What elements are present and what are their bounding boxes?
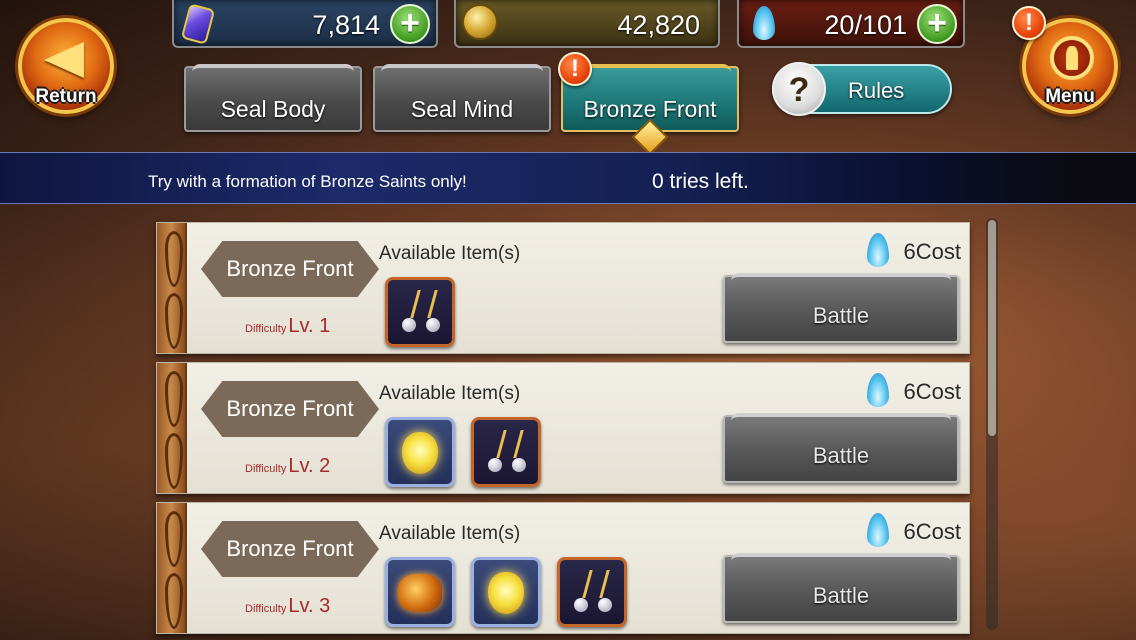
- gold-count: 42,820: [617, 10, 700, 40]
- return-label: Return: [35, 86, 97, 107]
- tab-ornament: [192, 64, 354, 76]
- cosmo-flame-icon: [745, 4, 781, 44]
- phoenix-emblem-icon: [1050, 36, 1094, 80]
- earring-icon[interactable]: [557, 557, 627, 627]
- battle-button[interactable]: Battle: [723, 553, 959, 623]
- stage-card: Bronze Front Difficulty Lv. 1 Available I…: [156, 222, 970, 354]
- cosmo-flame-icon: [867, 513, 889, 547]
- tab-label: Seal Mind: [410, 96, 514, 122]
- difficulty-level: Lv. 1: [288, 315, 331, 337]
- stage-cost: 6Cost: [903, 519, 961, 544]
- back-arrow-icon: [44, 42, 84, 78]
- earring-icon[interactable]: [471, 417, 541, 487]
- difficulty-level: Lv. 3: [288, 595, 331, 617]
- card-spine: [157, 223, 187, 353]
- stage-card: Bronze Front Difficulty Lv. 3 Available I…: [156, 502, 970, 634]
- question-icon: ?: [772, 62, 826, 116]
- menu-label: Menu: [1045, 86, 1095, 107]
- button-ornament: [731, 553, 951, 565]
- cosmo-counter: 20/101 +: [737, 0, 965, 48]
- difficulty: Difficulty Lv. 2: [245, 455, 330, 478]
- stage-name: Bronze Front: [201, 521, 379, 577]
- tab-seal-body[interactable]: Seal Body: [184, 64, 362, 132]
- available-items-label: Available Item(s): [379, 383, 521, 404]
- tries-left: 0 tries left.: [652, 170, 749, 193]
- available-items-label: Available Item(s): [379, 523, 521, 544]
- battle-button[interactable]: Battle: [723, 273, 959, 343]
- tab-label: Seal Body: [220, 96, 326, 122]
- add-cosmo-button[interactable]: +: [917, 4, 957, 44]
- item-list: [385, 277, 455, 347]
- event-info-strip: Try with a formation of Bronze Saints on…: [0, 152, 1136, 204]
- button-ornament: [731, 273, 951, 285]
- gem-count: 7,814: [312, 10, 380, 40]
- stage-list-scrollbar[interactable]: [986, 218, 998, 630]
- tab-ornament: [569, 64, 731, 76]
- stage-cost: 6Cost: [903, 239, 961, 264]
- menu-alert-icon: !: [1012, 6, 1046, 40]
- difficulty-label: Difficulty: [245, 323, 287, 335]
- button-ornament: [731, 413, 951, 425]
- card-spine: [157, 363, 187, 493]
- cosmo-flame-icon: [867, 233, 889, 267]
- battle-label: Battle: [812, 303, 870, 328]
- rules-button[interactable]: ? Rules: [772, 62, 952, 116]
- difficulty-level: Lv. 2: [288, 455, 331, 477]
- add-gems-button[interactable]: +: [390, 4, 430, 44]
- difficulty-label: Difficulty: [245, 463, 287, 475]
- rules-label: Rules: [848, 78, 905, 103]
- event-message: Try with a formation of Bronze Saints on…: [148, 172, 467, 191]
- item-list: [385, 417, 541, 487]
- tab-alert-icon: !: [558, 52, 592, 86]
- stage-name: Bronze Front: [201, 241, 379, 297]
- crystal-icon[interactable]: [471, 557, 541, 627]
- stage-cost: 6Cost: [903, 379, 961, 404]
- difficulty: Difficulty Lv. 1: [245, 315, 330, 338]
- battle-label: Battle: [812, 583, 870, 608]
- item-list: [385, 557, 627, 627]
- return-button[interactable]: Return: [18, 18, 114, 114]
- crystal-icon[interactable]: [385, 417, 455, 487]
- battle-label: Battle: [812, 443, 870, 468]
- difficulty-label: Difficulty: [245, 603, 287, 615]
- gold-coin-icon: [462, 4, 498, 44]
- battle-button[interactable]: Battle: [723, 413, 959, 483]
- available-items-label: Available Item(s): [379, 243, 521, 264]
- gold-counter: 42,820: [454, 0, 720, 48]
- stage-card: Bronze Front Difficulty Lv. 2 Available I…: [156, 362, 970, 494]
- gem-counter: 7,814 +: [172, 0, 438, 48]
- stage-name: Bronze Front: [201, 381, 379, 437]
- tab-seal-mind[interactable]: Seal Mind: [373, 64, 551, 132]
- card-spine: [157, 503, 187, 633]
- gem-icon: [180, 3, 216, 45]
- scrollbar-thumb[interactable]: [988, 220, 996, 436]
- earring-icon[interactable]: [385, 277, 455, 347]
- tab-ornament: [381, 64, 543, 76]
- cosmo-count: 20/101: [824, 10, 907, 40]
- treasure-icon[interactable]: [385, 557, 455, 627]
- difficulty: Difficulty Lv. 3: [245, 595, 330, 618]
- cosmo-flame-icon: [867, 373, 889, 407]
